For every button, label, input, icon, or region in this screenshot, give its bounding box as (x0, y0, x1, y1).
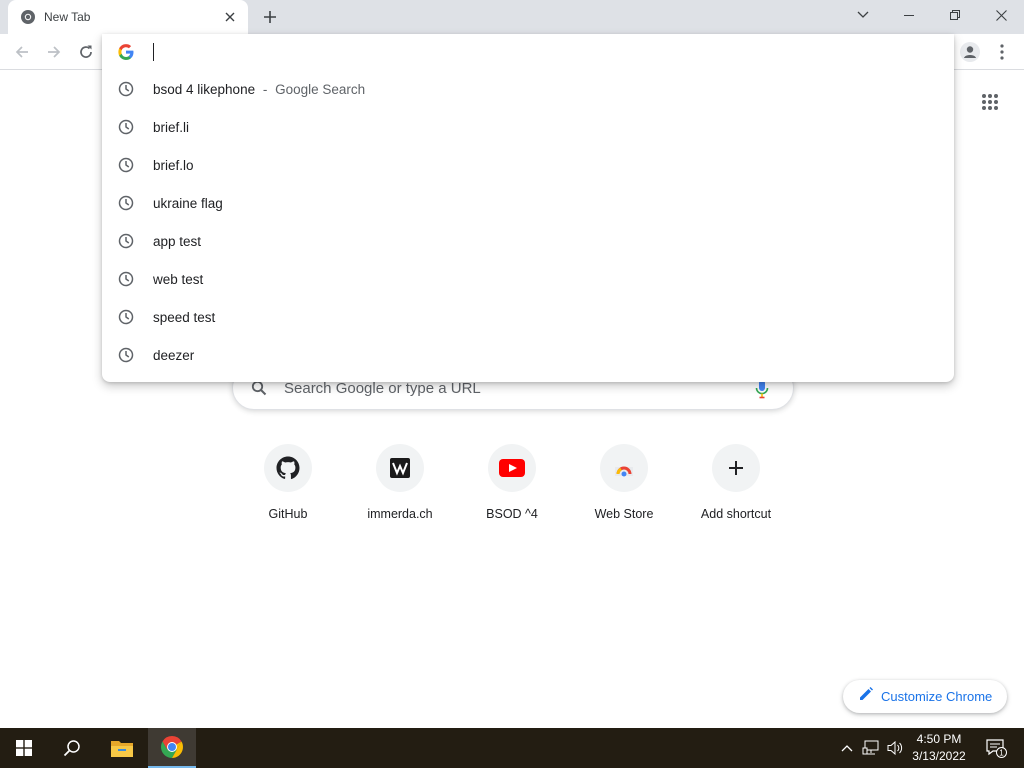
show-hidden-icons-chevron-icon[interactable] (836, 728, 858, 768)
minimize-icon[interactable] (886, 0, 932, 30)
reload-icon[interactable] (70, 36, 102, 68)
shortcut-tiles: GitHub immerda.ch BSOD ^4 Web Store Add … (232, 440, 792, 540)
system-clock[interactable]: 4:50 PM 3/13/2022 (906, 731, 972, 765)
tab-title: New Tab (44, 10, 91, 24)
shortcut-label: immerda.ch (367, 507, 433, 521)
back-arrow-icon[interactable] (6, 36, 38, 68)
restore-icon[interactable] (932, 0, 978, 30)
history-clock-icon (118, 233, 134, 249)
suggestion-description: Google Search (275, 81, 366, 97)
history-clock-icon (118, 347, 134, 363)
chrome-taskbar-icon[interactable] (148, 728, 196, 768)
shortcut-label: BSOD ^4 (486, 507, 538, 521)
history-clock-icon (118, 81, 134, 97)
suggestion-text: web test (153, 271, 204, 287)
shortcut-web-store[interactable]: Web Store (568, 440, 680, 540)
notification-center-icon[interactable]: 1 (978, 728, 1014, 768)
tab-close-icon[interactable] (220, 7, 240, 27)
volume-icon[interactable] (884, 728, 906, 768)
search-placeholder: Search Google or type a URL (284, 380, 481, 397)
kebab-menu-icon[interactable] (986, 36, 1018, 68)
suggestion-item[interactable]: web test (102, 260, 954, 298)
suggestion-item[interactable]: ukraine flag (102, 184, 954, 222)
customize-chrome-label: Customize Chrome (881, 689, 993, 704)
omnibox-input[interactable] (102, 34, 954, 70)
shortcut-label: Add shortcut (700, 507, 772, 521)
search-icon (251, 380, 267, 401)
plus-icon (712, 444, 760, 492)
new-tab-plus-icon[interactable] (258, 5, 282, 29)
taskbar-search-icon[interactable] (48, 728, 96, 768)
history-clock-icon (118, 271, 134, 287)
shortcut-bsod[interactable]: BSOD ^4 (456, 440, 568, 540)
web-store-icon (600, 444, 648, 492)
suggestion-item[interactable]: deezer (102, 336, 954, 374)
suggestion-text: bsod 4 likephone (153, 81, 256, 97)
suggestion-text: ukraine flag (153, 195, 223, 211)
clock-time: 4:50 PM (916, 732, 962, 746)
notification-count: 1 (999, 749, 1004, 758)
voice-search-mic-icon[interactable] (755, 379, 769, 404)
suggestion-text: app test (153, 233, 202, 249)
clock-date: 3/13/2022 (912, 749, 966, 763)
history-clock-icon (118, 309, 134, 325)
network-icon[interactable] (860, 728, 882, 768)
suggestion-item[interactable]: brief.lo (102, 146, 954, 184)
youtube-icon (488, 444, 536, 492)
shortcut-label: Web Store (594, 507, 654, 521)
history-clock-icon (118, 119, 134, 135)
windows-taskbar: 4:50 PM 3/13/2022 1 (0, 728, 1024, 768)
suggestion-list: bsod 4 likephone - Google Search brief.l… (102, 70, 954, 374)
google-apps-grid-icon[interactable] (976, 88, 1004, 116)
suggestion-text: deezer (153, 347, 195, 363)
suggestion-item[interactable]: brief.li (102, 108, 954, 146)
tab-strip: New Tab (0, 0, 1024, 34)
suggestion-item[interactable]: app test (102, 222, 954, 260)
suggestion-separator: - (262, 81, 268, 97)
add-shortcut-button[interactable]: Add shortcut (680, 440, 792, 540)
tab-new-tab[interactable]: New Tab (8, 0, 248, 34)
suggestion-text: brief.lo (153, 157, 194, 173)
github-icon (264, 444, 312, 492)
tab-search-icon[interactable] (840, 0, 886, 30)
history-clock-icon (118, 195, 134, 211)
chrome-icon (20, 9, 36, 25)
shortcut-immerda[interactable]: immerda.ch (344, 440, 456, 540)
windows-start-icon[interactable] (0, 728, 48, 768)
history-clock-icon (118, 157, 134, 173)
immerda-icon (376, 444, 424, 492)
file-explorer-icon[interactable] (98, 728, 146, 768)
google-g-icon (118, 44, 134, 60)
suggestion-item[interactable]: bsod 4 likephone - Google Search (102, 70, 954, 108)
text-caret (153, 43, 154, 61)
suggestion-text: brief.li (153, 119, 190, 135)
shortcut-github[interactable]: GitHub (232, 440, 344, 540)
omnibox-dropdown: bsod 4 likephone - Google Search brief.l… (102, 34, 954, 382)
suggestion-item[interactable]: speed test (102, 298, 954, 336)
customize-chrome-button[interactable]: Customize Chrome (843, 680, 1007, 713)
close-icon[interactable] (978, 0, 1024, 30)
forward-arrow-icon[interactable] (38, 36, 70, 68)
shortcut-label: GitHub (268, 507, 308, 521)
profile-avatar-icon[interactable] (954, 36, 986, 68)
suggestion-text: speed test (153, 309, 216, 325)
pencil-icon (859, 687, 873, 706)
